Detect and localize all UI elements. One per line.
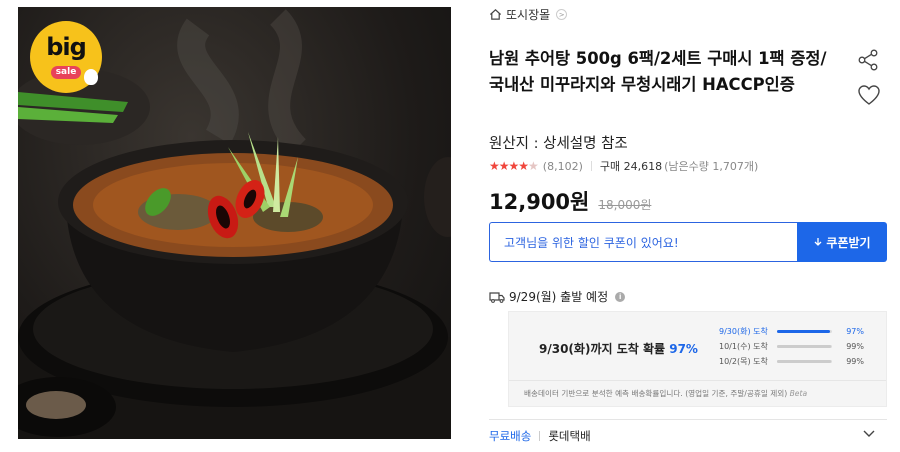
- shipping-date-row: 9/29(월) 출발 예정 i: [489, 288, 626, 305]
- coupon-message: 고객님을 위한 할인 쿠폰이 있어요!: [489, 222, 797, 262]
- badge-sale-text: sale: [50, 66, 82, 79]
- probability-bar: [777, 360, 832, 363]
- chevron-right-icon: >: [556, 9, 568, 20]
- delivery-info-row[interactable]: 무료배송 롯데택배: [489, 428, 591, 444]
- product-title: 남원 추어탕 500g 6팩/2세트 구매시 1팩 증정/국내산 미꾸라지와 무…: [489, 49, 827, 94]
- separator: [590, 161, 592, 171]
- arrival-pct: 97%: [846, 327, 864, 336]
- arrival-breakdown-row: 10/1(수) 도착 99%: [719, 339, 879, 354]
- rating-row: ★★★★★ (8,102) 구매 24,618 (남은수량 1,707개): [489, 158, 758, 174]
- arrival-pct: 99%: [846, 342, 864, 351]
- arrival-pct: 99%: [846, 357, 864, 366]
- arrival-percent: 97%: [669, 342, 698, 356]
- chevron-down-icon[interactable]: [863, 429, 875, 439]
- arrival-note: 배송데이터 기반으로 분석한 예측 배송확률입니다. (영업일 기준, 주말/공…: [509, 380, 886, 399]
- original-price: 18,000원: [598, 198, 652, 212]
- origin-info: 원산지 : 상세설명 참조: [489, 136, 628, 152]
- truck-icon: [489, 291, 505, 303]
- rabbit-icon: [84, 69, 98, 85]
- probability-bar: [777, 345, 832, 348]
- heart-icon[interactable]: [857, 84, 881, 106]
- probability-bar-fill: [777, 330, 831, 333]
- divider: [489, 419, 887, 420]
- arrival-text: 9/30(화)까지 도착 확률: [539, 342, 666, 356]
- home-icon: [489, 9, 502, 20]
- download-icon: [814, 238, 822, 246]
- probability-bar-fill: [777, 360, 832, 363]
- badge-big-text: big: [46, 33, 87, 61]
- store-link[interactable]: 또시장몰 >: [489, 6, 568, 23]
- carrier-name: 롯데택배: [548, 429, 591, 443]
- coupon-button-label: 쿠폰받기: [826, 235, 871, 250]
- ship-date: 9/29(월) 출발 예정: [509, 290, 609, 304]
- info-icon[interactable]: i: [615, 291, 626, 302]
- arrival-breakdown-row: 9/30(화) 도착 97%: [719, 324, 879, 339]
- review-count[interactable]: (8,102): [543, 160, 583, 173]
- arrival-note-text: 배송데이터 기반으로 분석한 예측 배송확률입니다. (영업일 기준, 주말/공…: [524, 389, 788, 398]
- share-icon[interactable]: [857, 49, 879, 71]
- arrival-date: 10/1(수) 도착: [719, 342, 768, 351]
- arrival-breakdown-row: 10/2(목) 도착 99%: [719, 354, 879, 369]
- purchase-count: 구매 24,618: [599, 160, 663, 173]
- sale-price: 12,900원: [489, 190, 590, 214]
- price-row: 12,900원 18,000원: [489, 186, 651, 216]
- beta-label: Beta: [789, 389, 808, 398]
- store-name: 또시장몰: [506, 8, 551, 22]
- big-sale-badge: big sale: [30, 21, 102, 93]
- arrival-summary: 9/30(화)까지 도착 확률 97%: [539, 340, 698, 357]
- product-image: big sale: [18, 7, 451, 439]
- coupon-download-button[interactable]: 쿠폰받기: [797, 222, 887, 262]
- arrival-probability-box: 9/30(화)까지 도착 확률 97% 9/30(화) 도착 97% 10/1(…: [508, 311, 887, 407]
- probability-bar: [777, 330, 832, 333]
- probability-bar-fill: [777, 345, 832, 348]
- arrival-date: 10/2(목) 도착: [719, 357, 768, 366]
- free-shipping-label: 무료배송: [489, 429, 532, 443]
- separator: [539, 431, 541, 441]
- arrival-date: 9/30(화) 도착: [719, 327, 768, 336]
- star-rating-icon[interactable]: ★★★★★: [489, 159, 539, 173]
- arrival-breakdown: 9/30(화) 도착 97% 10/1(수) 도착 99% 10/2(목) 도착…: [719, 324, 879, 369]
- coupon-message-text: 고객님을 위한 할인 쿠폰이 있어요!: [504, 235, 679, 250]
- remaining-quantity: (남은수량 1,707개): [664, 160, 759, 173]
